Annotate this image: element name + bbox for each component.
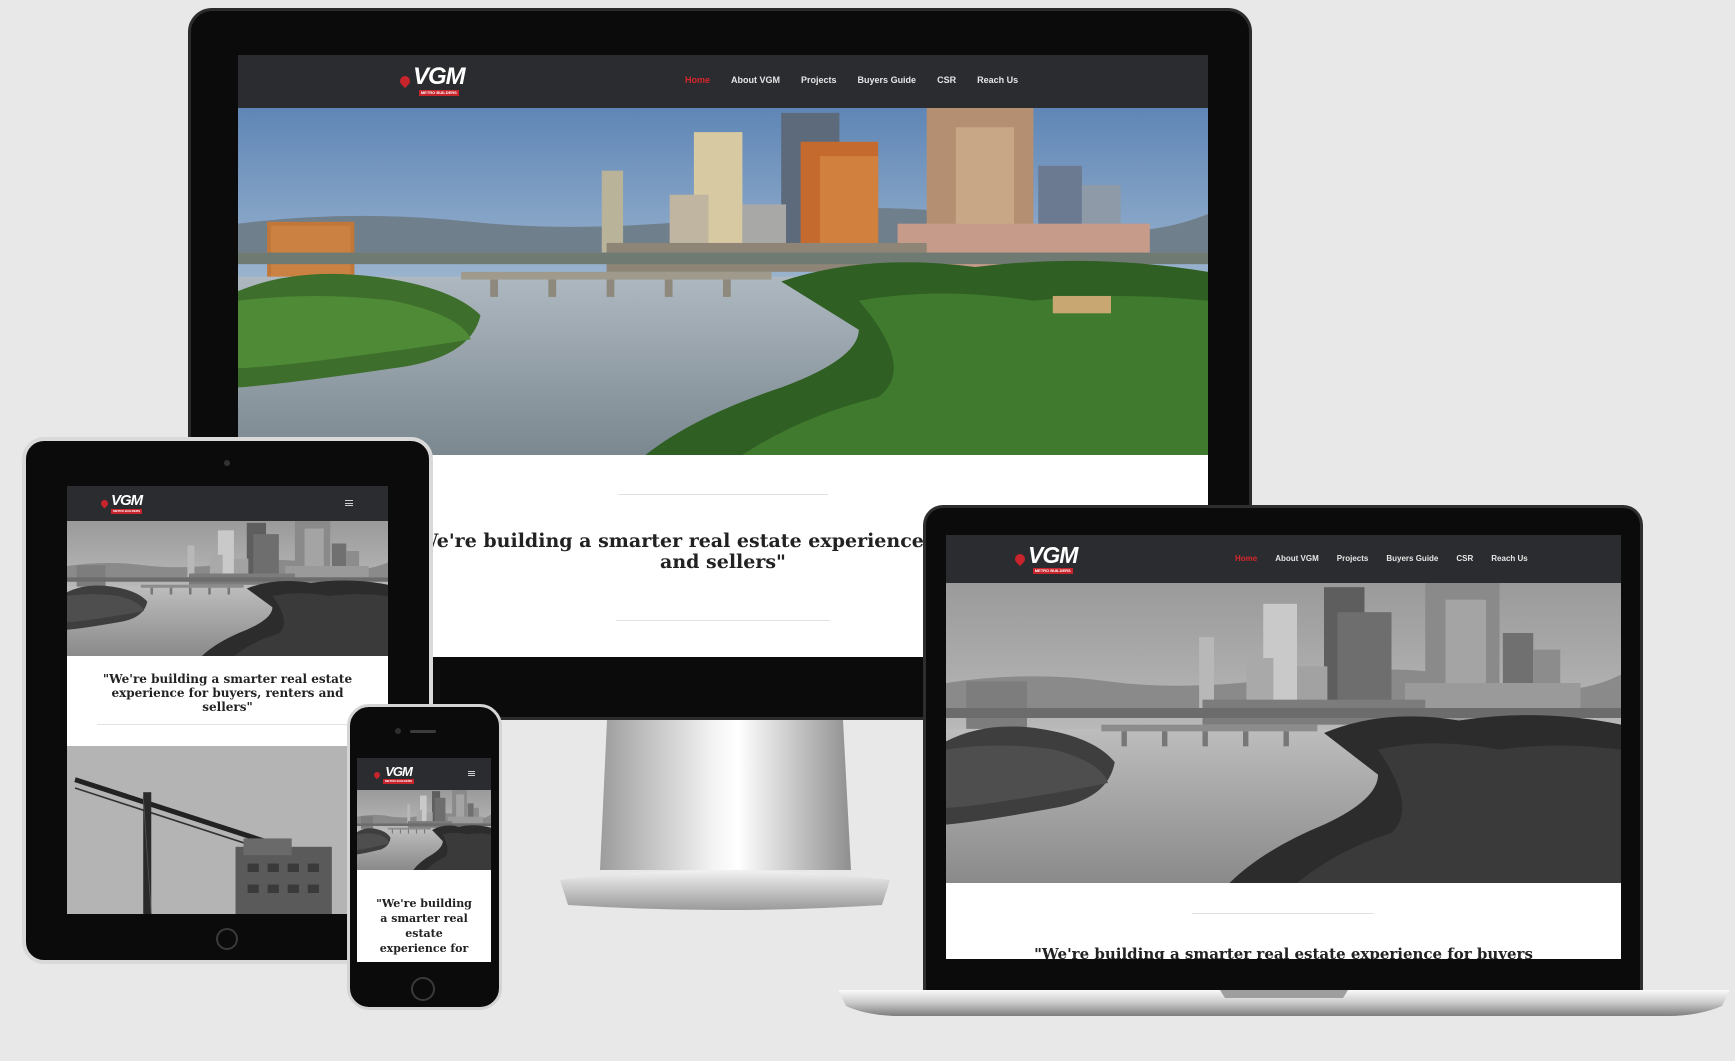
nav-about[interactable]: About VGM: [1275, 554, 1319, 563]
desktop-logo[interactable]: VGM METRO BUILDERS: [397, 63, 466, 96]
tablet-camera-icon: [224, 460, 230, 466]
tablet-hero-image: [67, 521, 388, 656]
tablet-construction-image: [67, 746, 388, 914]
desktop-nav: Home About VGM Projects Buyers Guide CSR…: [685, 75, 1018, 85]
nav-buyers-guide[interactable]: Buyers Guide: [858, 75, 917, 85]
tablet-logo[interactable]: VGM METRO BUILDERS: [99, 492, 143, 514]
phone-speaker: [410, 730, 436, 733]
map-pin-icon: [397, 73, 413, 88]
desktop-rule-bottom: [616, 620, 830, 621]
logo-wordmark: VGM: [385, 764, 413, 779]
phone-hero-image: [357, 790, 491, 870]
logo-subtext: METRO BUILDERS: [1032, 568, 1073, 574]
desktop-hero-image: [238, 108, 1208, 455]
laptop-logo[interactable]: VGM METRO BUILDERS: [1012, 542, 1078, 574]
laptop-rule: [1192, 913, 1374, 914]
nav-reach-us[interactable]: Reach Us: [977, 75, 1018, 85]
desktop-site-header: VGM METRO BUILDERS Home About VGM Projec…: [238, 55, 1208, 108]
map-pin-icon: [99, 498, 110, 509]
hamburger-icon[interactable]: [468, 771, 475, 776]
logo-wordmark: VGM: [413, 63, 466, 90]
map-pin-icon: [372, 770, 382, 779]
laptop-base: [838, 990, 1730, 1016]
nav-projects[interactable]: Projects: [1337, 554, 1369, 563]
home-button-icon[interactable]: [216, 928, 238, 950]
nav-projects[interactable]: Projects: [801, 75, 837, 85]
laptop-site-header: VGM METRO BUILDERS Home About VGM Projec…: [946, 535, 1621, 583]
phone-screen: VGM METRO BUILDERS "We're building a sma…: [357, 758, 491, 962]
phone-camera-icon: [395, 728, 401, 734]
phone-site-header: VGM METRO BUILDERS: [357, 758, 491, 790]
map-pin-icon: [1012, 551, 1028, 567]
tablet-screen: VGM METRO BUILDERS "We're building a sma…: [67, 486, 388, 914]
monitor-stand: [560, 720, 890, 910]
nav-csr[interactable]: CSR: [937, 75, 956, 85]
nav-about[interactable]: About VGM: [731, 75, 780, 85]
laptop-nav: Home About VGM Projects Buyers Guide CSR…: [1235, 554, 1528, 563]
phone-tagline: "We're building a smarter real estate ex…: [376, 897, 472, 955]
tablet-site-header: VGM METRO BUILDERS: [67, 486, 388, 521]
nav-reach-us[interactable]: Reach Us: [1491, 554, 1527, 563]
home-button-icon[interactable]: [411, 977, 435, 1001]
logo-wordmark: VGM: [111, 492, 143, 509]
logo-subtext: METRO BUILDERS: [418, 90, 459, 96]
laptop-screen: VGM METRO BUILDERS Home About VGM Projec…: [946, 535, 1621, 959]
nav-home[interactable]: Home: [1235, 554, 1257, 563]
logo-subtext: METRO BUILDERS: [383, 779, 414, 784]
laptop-tagline: "We're building a smarter real estate ex…: [1034, 945, 1533, 959]
logo-subtext: METRO BUILDERS: [111, 509, 143, 514]
tablet-rule: [97, 724, 358, 725]
nav-home[interactable]: Home: [685, 75, 710, 85]
phone-logo[interactable]: VGM METRO BUILDERS: [372, 764, 414, 784]
laptop-hero-image: [946, 583, 1621, 883]
nav-csr[interactable]: CSR: [1456, 554, 1473, 563]
desktop-rule-top: [618, 494, 828, 495]
tablet-tagline: "We're building a smarter real estate ex…: [102, 672, 353, 714]
logo-wordmark: VGM: [1028, 542, 1078, 568]
nav-buyers-guide[interactable]: Buyers Guide: [1386, 554, 1438, 563]
hamburger-icon[interactable]: [345, 500, 353, 506]
